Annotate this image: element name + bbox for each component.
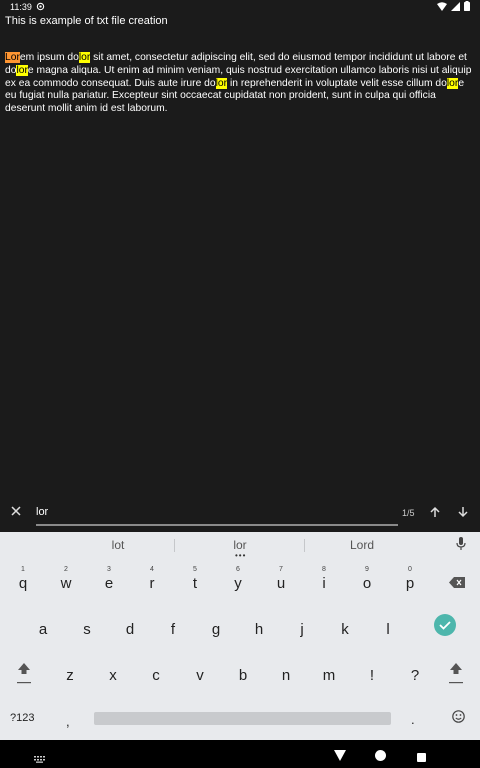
backspace-key[interactable] <box>442 568 472 598</box>
key-w[interactable]: 2w <box>51 566 81 598</box>
key-x[interactable]: x <box>98 660 128 690</box>
key-z[interactable]: z <box>55 660 85 690</box>
microphone-icon[interactable] <box>456 537 466 554</box>
key-b[interactable]: b <box>228 660 258 690</box>
search-match: lor <box>446 77 459 89</box>
key-hint-number: 4 <box>150 566 154 573</box>
key-k[interactable]: k <box>330 614 360 644</box>
shift-icon <box>17 662 31 688</box>
find-input-underline <box>36 502 398 526</box>
space-bar[interactable] <box>94 712 391 725</box>
key-c[interactable]: c <box>141 660 171 690</box>
key-hint-number: 5 <box>193 566 197 573</box>
key-q[interactable]: 1q <box>8 566 38 598</box>
more-suggestions-icon: ••• <box>235 551 247 560</box>
key-n[interactable]: n <box>271 660 301 690</box>
shift-icon <box>449 662 463 688</box>
key-r[interactable]: 4r <box>137 566 167 598</box>
shift-key[interactable] <box>9 660 39 690</box>
check-icon <box>434 614 456 640</box>
search-match: lor <box>215 77 228 89</box>
key-o[interactable]: 9o <box>352 566 382 598</box>
period-key[interactable]: . <box>411 712 415 727</box>
key-a[interactable]: a <box>28 614 58 644</box>
key-m[interactable]: m <box>314 660 344 690</box>
key-label: o <box>362 574 372 592</box>
notification-icon <box>36 2 45 13</box>
search-match-current: Lor <box>5 52 20 63</box>
key-hint-number: 9 <box>365 566 369 573</box>
key-hint-number: 8 <box>322 566 326 573</box>
key-p[interactable]: 0p <box>395 566 425 598</box>
find-input[interactable] <box>36 502 398 522</box>
battery-icon <box>464 1 470 13</box>
key-hint-number: 2 <box>64 566 68 573</box>
close-find-button[interactable] <box>0 494 32 532</box>
suggestion-2[interactable]: lor <box>180 538 300 552</box>
key-hint-number: 3 <box>107 566 111 573</box>
arrow-up-icon <box>429 505 441 523</box>
key-f[interactable]: f <box>158 614 188 644</box>
key-j[interactable]: j <box>287 614 317 644</box>
key-label: w <box>60 574 72 592</box>
back-icon[interactable] <box>334 748 346 766</box>
document-title-line: This is example of txt file creation <box>5 15 168 27</box>
recents-icon[interactable] <box>417 749 426 767</box>
suggestion-1[interactable]: lot <box>58 538 178 552</box>
key-v[interactable]: v <box>185 660 215 690</box>
key-hint-number: 6 <box>236 566 240 573</box>
key-h[interactable]: h <box>244 614 274 644</box>
key-l[interactable]: l <box>373 614 403 644</box>
key-label: e <box>104 574 114 592</box>
on-screen-keyboard: lot lor Lord ••• 1q2w3e4r5t6y7u8i9o0pasd… <box>0 532 480 740</box>
key-label: u <box>276 574 286 592</box>
system-navigation-bar <box>0 740 480 768</box>
key-label: q <box>18 574 28 592</box>
find-in-page-bar: 1/5 <box>0 494 480 532</box>
comma-key[interactable]: , <box>66 714 70 729</box>
key-d[interactable]: d <box>115 614 145 644</box>
keyboard-switch-icon[interactable] <box>34 750 46 768</box>
backspace-icon <box>449 575 465 592</box>
suggestion-strip: lot lor Lord ••• <box>0 532 480 560</box>
signal-icon <box>451 1 460 13</box>
previous-match-button[interactable] <box>425 502 445 526</box>
key-y[interactable]: 6y <box>223 566 253 598</box>
key-i[interactable]: 8i <box>309 566 339 598</box>
status-bar: 11:39 <box>0 0 480 14</box>
suggestion-divider <box>174 539 175 552</box>
clock: 11:39 <box>10 2 32 12</box>
key-label: p <box>405 574 415 592</box>
key-hint-number: 1 <box>21 566 25 573</box>
key-label: t <box>192 574 198 592</box>
emoji-icon[interactable] <box>452 710 465 728</box>
arrow-down-icon <box>457 505 469 523</box>
key-u[interactable]: 7u <box>266 566 296 598</box>
key-e[interactable]: 3e <box>94 566 124 598</box>
wifi-icon <box>437 1 447 13</box>
key-hint-number: 0 <box>408 566 412 573</box>
text-segment: in reprehenderit in voluptate velit esse… <box>227 77 447 89</box>
shift-key-right[interactable] <box>441 660 471 690</box>
search-match: lor <box>78 52 91 63</box>
match-count: 1/5 <box>402 508 415 518</box>
home-icon[interactable] <box>375 748 386 766</box>
text-segment: em ipsum do <box>19 52 79 63</box>
key-label: r <box>149 574 155 592</box>
key-question[interactable]: ? <box>400 660 430 690</box>
suggestion-3[interactable]: Lord <box>302 538 422 552</box>
key-label: y <box>234 574 242 592</box>
document-body: Lorem ipsum dolor sit amet, consectetur … <box>5 52 478 116</box>
key-label: i <box>322 574 326 592</box>
key-s[interactable]: s <box>72 614 102 644</box>
close-icon <box>10 504 22 522</box>
symbols-key[interactable]: ?123 <box>10 712 34 724</box>
enter-key[interactable] <box>430 612 460 642</box>
key-t[interactable]: 5t <box>180 566 210 598</box>
key-exclamation[interactable]: ! <box>357 660 387 690</box>
key-hint-number: 7 <box>279 566 283 573</box>
key-g[interactable]: g <box>201 614 231 644</box>
search-match: lor <box>16 64 28 76</box>
next-match-button[interactable] <box>453 502 473 526</box>
